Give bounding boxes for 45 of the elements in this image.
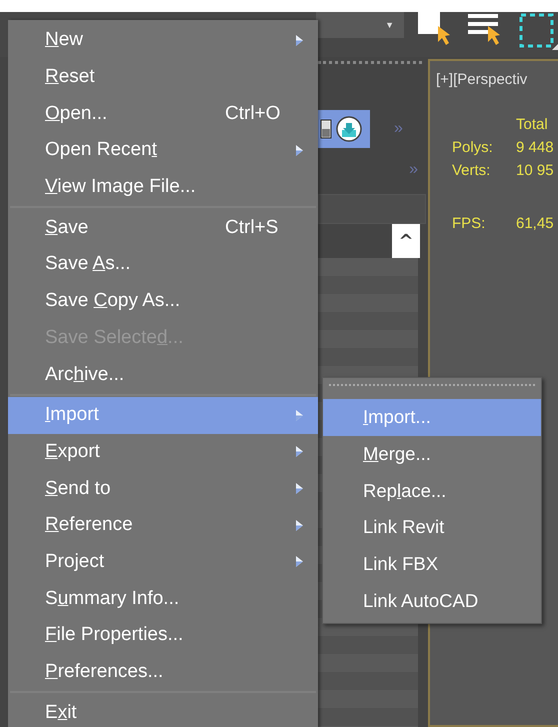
submenu-arrow-icon xyxy=(296,410,303,421)
menu-item[interactable]: Reset xyxy=(8,58,318,96)
submenu-arrow-icon xyxy=(296,446,303,458)
menu-item[interactable]: New xyxy=(8,22,318,59)
submenu-arrow-icon xyxy=(296,144,303,156)
menu-item[interactable]: Preferences... xyxy=(8,654,318,690)
scroll-up-button[interactable]: ^ xyxy=(392,224,420,258)
menu-item[interactable]: Save Copy As... xyxy=(8,282,318,320)
menu-item[interactable]: Project xyxy=(8,544,318,580)
menu-item[interactable]: Merge... xyxy=(323,436,541,472)
menu-item[interactable]: File Properties... xyxy=(8,617,318,654)
menu-item[interactable]: Open... Ctrl+O xyxy=(8,95,318,132)
menu-item[interactable]: Link Revit xyxy=(323,509,541,546)
menu-item[interactable]: Replace... xyxy=(323,472,541,510)
menu-item[interactable]: Link FBX xyxy=(323,546,541,582)
stat-value: 9 448 xyxy=(516,139,555,156)
menu-item[interactable]: Exit xyxy=(8,694,318,727)
submenu-arrow-icon xyxy=(296,483,303,494)
viewport-label[interactable]: [+][Perspectiv xyxy=(436,71,558,88)
menu-item[interactable]: Archive... xyxy=(8,356,318,393)
menu-item[interactable]: Save As... xyxy=(8,246,318,283)
stat-value: 10 95 xyxy=(516,162,555,179)
menu-item[interactable]: Link AutoCAD xyxy=(323,582,541,620)
dropdown[interactable]: ▼ xyxy=(316,12,404,38)
fps-value: 61,45 xyxy=(516,215,555,232)
menu-item[interactable]: Reference xyxy=(8,506,318,544)
stats-header: Total xyxy=(516,116,549,133)
selection-region-icon[interactable] xyxy=(518,12,558,50)
menu-item[interactable]: Export xyxy=(8,434,318,470)
stat-label: Verts: xyxy=(452,162,492,179)
menu-item[interactable]: View Image File... xyxy=(8,168,318,206)
submenu-arrow-icon xyxy=(296,34,303,46)
menu-item[interactable]: Open Recent xyxy=(8,132,318,169)
window-icon[interactable] xyxy=(320,119,332,139)
panel-field[interactable] xyxy=(318,194,426,224)
menu-item[interactable]: Import... xyxy=(323,399,541,436)
menu-item[interactable]: Summary Info... xyxy=(8,580,318,617)
menu-item[interactable]: Send to xyxy=(8,470,318,507)
stat-label: Polys: xyxy=(452,139,494,156)
download-icon[interactable] xyxy=(336,116,362,142)
submenu-arrow-icon xyxy=(296,520,303,531)
fps-label: FPS: xyxy=(452,215,486,232)
menu-item[interactable]: Save Ctrl+S xyxy=(8,209,318,246)
menu-item[interactable]: Import xyxy=(8,396,318,434)
submenu-arrow-icon xyxy=(296,556,303,568)
